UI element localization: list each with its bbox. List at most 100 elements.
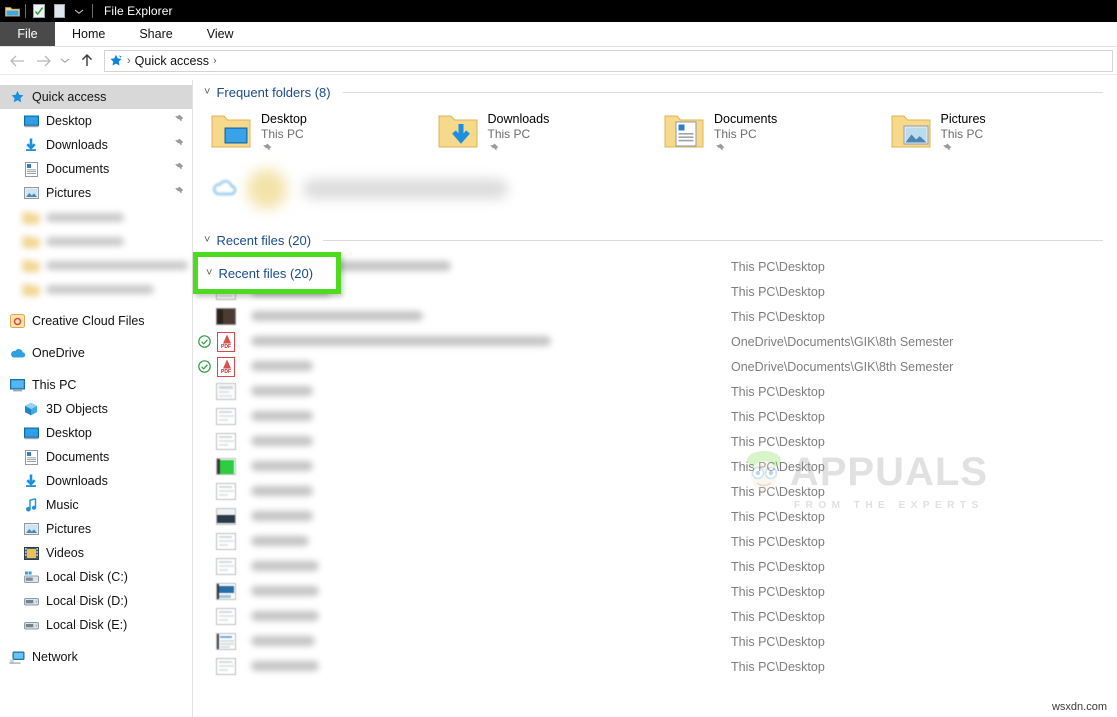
- sidebar-item-label: Local Disk (C:): [46, 570, 128, 584]
- blurred-folder-5[interactable]: [0, 205, 192, 229]
- recent-file-name: [251, 585, 721, 599]
- recent-file-path: This PC\Desktop: [731, 484, 825, 499]
- forward-arrow-icon[interactable]: [30, 48, 56, 74]
- blurred-folder-8[interactable]: [0, 277, 192, 301]
- sidebar-item-label: Pictures: [46, 522, 92, 536]
- chevron-down-icon-recent[interactable]: ˅: [204, 234, 210, 246]
- recent-file-row[interactable]: This PC\Desktop: [193, 504, 1117, 529]
- sidebar-item-downloads[interactable]: Downloads: [0, 469, 192, 493]
- recent-file-row[interactable]: This PC\Desktop: [193, 304, 1117, 329]
- sidebar-item-pictures[interactable]: Pictures: [0, 181, 192, 205]
- file-explorer-window: File Explorer File Home Share View › Qui…: [0, 0, 1117, 717]
- recent-files-header[interactable]: ˅ Recent files (20): [193, 228, 1117, 252]
- folder-icon[interactable]: [2, 1, 22, 21]
- recent-file-row[interactable]: This PC\Desktop: [193, 479, 1117, 504]
- recent-file-row[interactable]: This PC\Desktop: [193, 529, 1117, 554]
- new-folder-icon[interactable]: [49, 1, 69, 21]
- recent-file-row[interactable]: This PC\Desktop: [193, 579, 1117, 604]
- pictures-icon: [22, 520, 40, 538]
- doc-thumb: [215, 432, 237, 451]
- sidebar-item-documents[interactable]: Documents: [0, 445, 192, 469]
- blurred-folder-thumbnail: [247, 169, 287, 209]
- pin-icon[interactable]: [173, 162, 184, 173]
- folder-documents-icon: [664, 112, 704, 152]
- back-arrow-icon[interactable]: [4, 48, 30, 74]
- doc-thumb: [215, 657, 237, 676]
- recent-file-path: This PC\Desktop: [731, 259, 825, 274]
- folder-icon: [22, 232, 40, 250]
- sidebar-item-3d-objects[interactable]: 3D Objects: [0, 397, 192, 421]
- recent-file-row[interactable]: OneDrive\Documents\GIK\8th Semester: [193, 354, 1117, 379]
- recent-file-row[interactable]: This PC\Desktop: [193, 379, 1117, 404]
- sidebar-item-network[interactable]: Network: [0, 645, 192, 669]
- sidebar-item-creative-cloud-files[interactable]: Creative Cloud Files: [0, 309, 192, 333]
- sidebar-item-onedrive[interactable]: OneDrive: [0, 341, 192, 365]
- recent-file-row[interactable]: OneDrive\Documents\GIK\8th Semester: [193, 329, 1117, 354]
- recent-files-list: This PC\Desktop This PC\Desktop This PC\…: [193, 254, 1117, 679]
- frequent-folder-desktop[interactable]: Desktop This PC: [211, 110, 438, 162]
- sidebar-item-desktop[interactable]: Desktop: [0, 421, 192, 445]
- tab-home[interactable]: Home: [55, 22, 122, 46]
- recent-file-row[interactable]: This PC\Desktop: [193, 654, 1117, 679]
- highlight-annotation-content[interactable]: ˅ Recent files (20): [198, 257, 336, 289]
- chevron-down-icon[interactable]: [69, 1, 89, 21]
- pin-icon[interactable]: [261, 143, 307, 154]
- sidebar-item-quick-access[interactable]: Quick access: [0, 85, 192, 109]
- tab-view[interactable]: View: [190, 22, 251, 46]
- content-pane: ˅ Frequent folders (8) Desktop This PC D…: [193, 80, 1117, 717]
- pin-icon[interactable]: [173, 186, 184, 197]
- sidebar-item-pictures[interactable]: Pictures: [0, 517, 192, 541]
- sidebar-item-local-disk-d[interactable]: Local Disk (D:): [0, 589, 192, 613]
- frequent-folders-header[interactable]: ˅ Frequent folders (8): [193, 80, 1117, 104]
- blurred-folder-7[interactable]: [0, 253, 192, 277]
- breadcrumb-separator-2[interactable]: ›: [213, 55, 217, 67]
- frequent-folder-location: This PC: [714, 127, 757, 141]
- downloads-icon: [22, 136, 40, 154]
- sidebar-item-documents[interactable]: Documents: [0, 157, 192, 181]
- sidebar-item-desktop[interactable]: Desktop: [0, 109, 192, 133]
- recent-file-path: This PC\Desktop: [731, 584, 825, 599]
- pin-icon[interactable]: [714, 143, 777, 154]
- frequent-folder-location: This PC: [261, 127, 304, 141]
- chevron-down-icon-highlight[interactable]: ˅: [206, 267, 212, 279]
- recent-file-row[interactable]: This PC\Desktop: [193, 454, 1117, 479]
- sidebar-item-videos[interactable]: Videos: [0, 541, 192, 565]
- recent-locations-chevron-down-icon[interactable]: [56, 48, 74, 74]
- sidebar-item-label: OneDrive: [32, 346, 85, 360]
- breadcrumb-quick-access[interactable]: Quick access: [135, 54, 209, 68]
- recent-file-row[interactable]: This PC\Desktop: [193, 604, 1117, 629]
- recent-file-row[interactable]: This PC\Desktop: [193, 554, 1117, 579]
- pdf-icon: [215, 331, 237, 352]
- pin-icon[interactable]: [173, 138, 184, 149]
- tab-file[interactable]: File: [0, 22, 55, 46]
- blurred-folder-item[interactable]: [211, 169, 508, 209]
- recent-file-name: [251, 610, 721, 624]
- videos-icon: [22, 544, 40, 562]
- blurred-folder-6[interactable]: [0, 229, 192, 253]
- pin-icon[interactable]: [173, 114, 184, 125]
- tab-share[interactable]: Share: [122, 22, 189, 46]
- frequent-folders-blurred-row[interactable]: [193, 162, 1117, 216]
- recent-file-row[interactable]: This PC\Desktop: [193, 429, 1117, 454]
- frequent-folder-pictures[interactable]: Pictures This PC: [891, 110, 1117, 162]
- chevron-down-icon[interactable]: ˅: [204, 86, 210, 98]
- properties-icon[interactable]: [29, 1, 49, 21]
- sidebar-item-local-disk-e[interactable]: Local Disk (E:): [0, 613, 192, 637]
- sidebar-item-this-pc[interactable]: This PC: [0, 373, 192, 397]
- recent-file-row[interactable]: This PC\Desktop: [193, 404, 1117, 429]
- up-arrow-icon[interactable]: [74, 48, 100, 74]
- address-input[interactable]: › Quick access ›: [104, 49, 1113, 72]
- recent-file-name: [251, 635, 721, 649]
- sidebar-item-local-disk-c[interactable]: Local Disk (C:): [0, 565, 192, 589]
- pin-icon[interactable]: [488, 143, 550, 154]
- recent-file-row[interactable]: This PC\Desktop: [193, 629, 1117, 654]
- doc-thumb: [215, 557, 237, 576]
- sidebar-item-label: Downloads: [46, 138, 108, 152]
- frequent-folder-documents[interactable]: Documents This PC: [664, 110, 891, 162]
- frequent-folder-downloads[interactable]: Downloads This PC: [438, 110, 665, 162]
- title-bar: File Explorer: [0, 0, 1117, 22]
- pin-icon[interactable]: [941, 143, 986, 154]
- sidebar-item-music[interactable]: Music: [0, 493, 192, 517]
- sidebar-item-downloads[interactable]: Downloads: [0, 133, 192, 157]
